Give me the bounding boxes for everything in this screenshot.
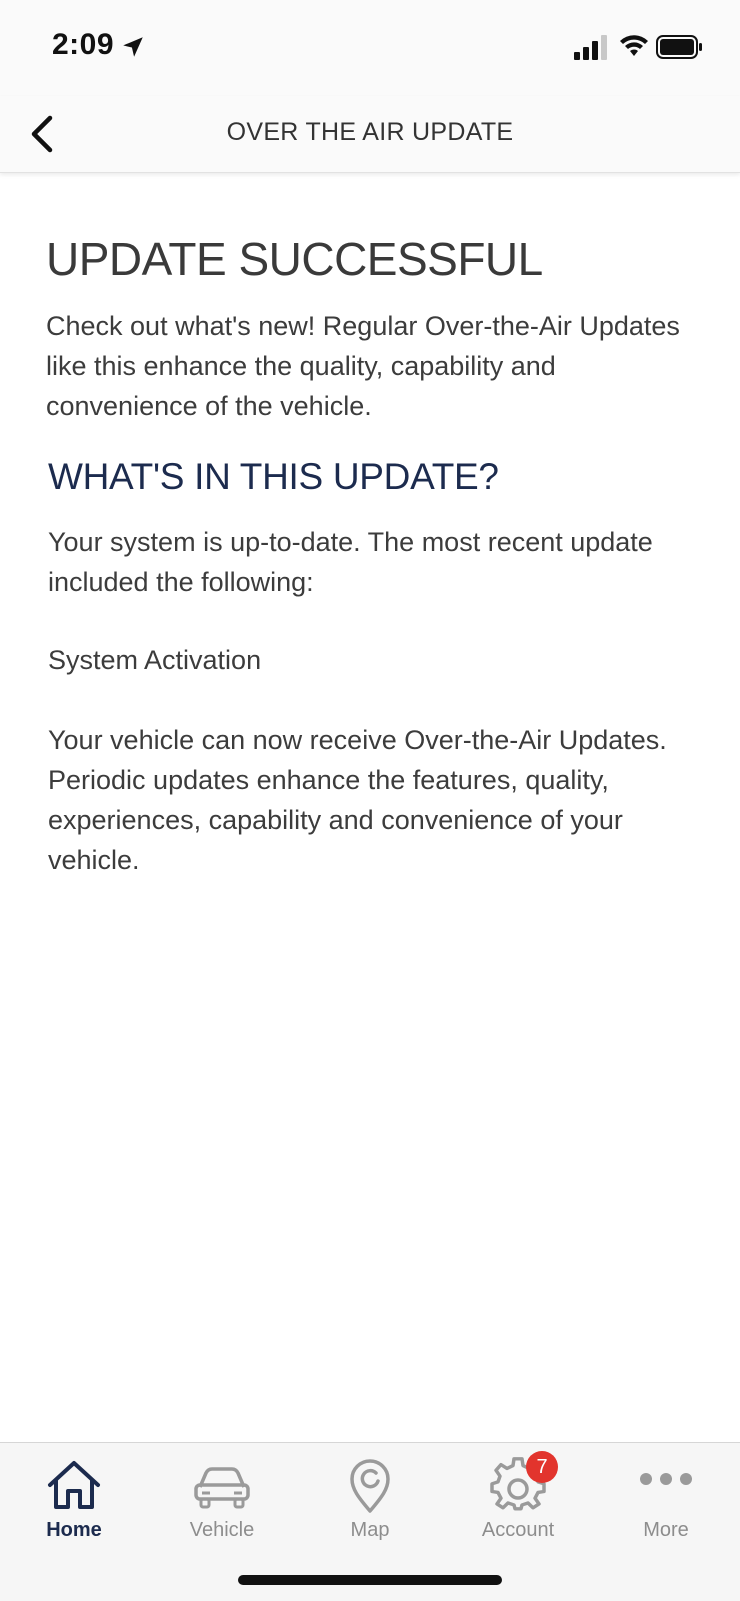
tab-map-label: Map	[350, 1519, 390, 1541]
section-heading: WHAT'S IN THIS UPDATE?	[48, 456, 499, 497]
tab-map[interactable]: Map	[296, 1443, 444, 1553]
update-heading: UPDATE SUCCESSFUL	[46, 233, 543, 285]
feature-title: System Activation	[48, 645, 262, 675]
tab-account-label: Account	[481, 1519, 555, 1541]
intro-text: Check out what's new! Regular Over-the-A…	[46, 311, 680, 421]
more-dots-icon	[640, 1473, 692, 1485]
map-pin-icon	[350, 1459, 390, 1513]
cellular-signal-icon	[574, 35, 607, 60]
battery-icon	[656, 35, 702, 59]
navigation-bar: OVER THE AIR UPDATE	[0, 96, 740, 173]
feature-description: Your vehicle can now receive Over-the-Ai…	[48, 725, 667, 875]
notification-badge: 7	[526, 1451, 558, 1483]
status-time: 2:09	[52, 28, 115, 61]
page-title: OVER THE AIR UPDATE	[226, 118, 514, 146]
wifi-icon	[620, 35, 648, 56]
tab-more-label: More	[643, 1519, 689, 1541]
tab-home[interactable]: Home	[0, 1443, 148, 1553]
tab-vehicle-label: Vehicle	[189, 1519, 255, 1541]
tab-more[interactable]: More	[592, 1443, 740, 1553]
tab-vehicle[interactable]: Vehicle	[148, 1443, 296, 1553]
location-arrow-icon	[123, 37, 143, 57]
tab-bar: Home Vehicle Map 7 Account More	[0, 1442, 740, 1601]
tab-account[interactable]: 7 Account	[444, 1443, 592, 1553]
home-icon	[48, 1461, 100, 1509]
tab-home-label: Home	[46, 1519, 102, 1541]
status-text: Your system is up-to-date. The most rece…	[48, 527, 653, 597]
car-icon	[194, 1467, 250, 1509]
status-bar: 2:09	[0, 0, 740, 96]
home-indicator[interactable]	[238, 1575, 502, 1585]
